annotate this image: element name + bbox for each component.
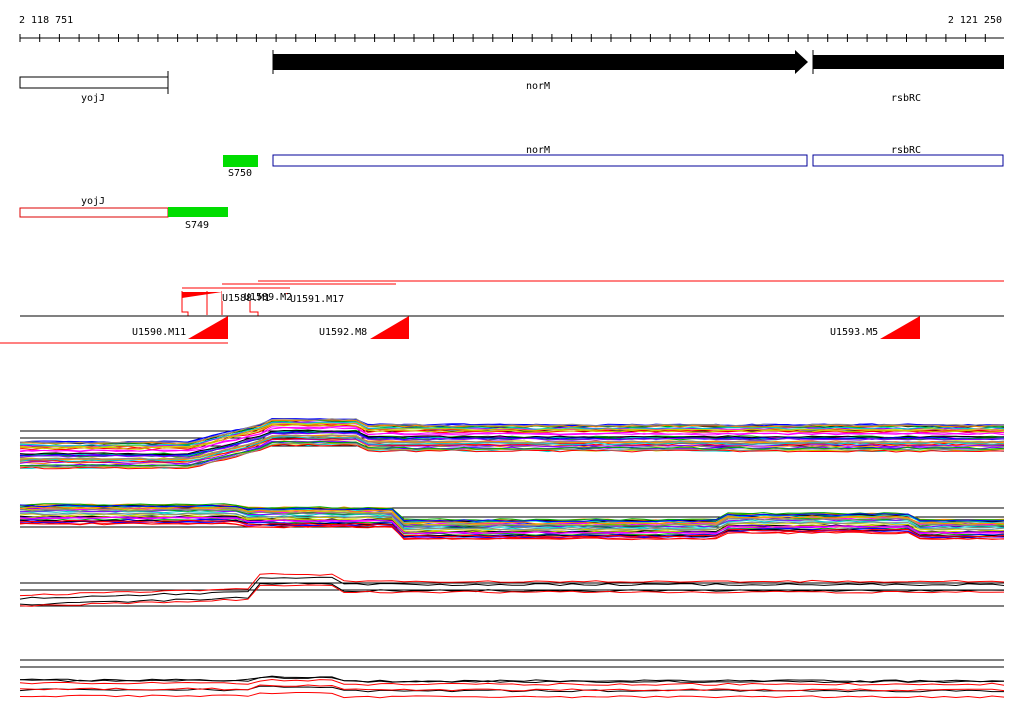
genome-canvas: 2 118 751 2 121 250 yojJ norM rsbRC S750… <box>0 15 1005 699</box>
segment-norM[interactable] <box>272 154 808 167</box>
transcript-label-upper-1: U1591.M17 <box>290 294 344 305</box>
segment-yojJ-reverse-label: yojJ <box>81 196 105 207</box>
transcript-label-lower-3: U1593.M5 <box>830 327 878 338</box>
transcript-mark-lower-1 <box>188 316 228 339</box>
segment-S749[interactable] <box>168 207 228 217</box>
transcript-label-lower-1: U1590.M11 <box>132 327 186 338</box>
segment-S750-label: S750 <box>228 168 252 179</box>
gene-rsbRC-box[interactable] <box>813 55 1004 69</box>
segment-S750[interactable] <box>223 155 258 167</box>
transcript-mark-upper-1 <box>182 292 222 298</box>
gene-norM-arrow[interactable] <box>273 50 808 74</box>
gene-yojJ-box[interactable] <box>19 76 169 89</box>
segment-S749-label: S749 <box>185 220 209 231</box>
profile-trace <box>19 584 1005 607</box>
gene-yojJ-label: yojJ <box>81 93 105 104</box>
transcript-label-upper-2: U1589.M2 <box>244 292 292 303</box>
transcript-label-lower-2: U1592.M8 <box>319 327 367 338</box>
transcript-track: U1588.M1 U1589.M2 U1591.M17 U1590.M11 U1… <box>0 280 1004 344</box>
expression-profiles <box>19 417 1005 699</box>
genome-browser-view: 2 118 751 2 121 250 yojJ norM rsbRC S750… <box>0 0 1024 714</box>
ruler-start-label: 2 118 751 <box>19 15 73 26</box>
segment-rsbRC[interactable] <box>812 154 1004 167</box>
annotation-track: yojJ norM rsbRC <box>19 50 1004 104</box>
transcript-mark-lower-2 <box>370 316 409 339</box>
ruler-end-label: 2 121 250 <box>948 15 1002 26</box>
segment-track-forward: S750 norM rsbRC <box>223 145 1004 179</box>
coordinate-ruler: 2 118 751 2 121 250 <box>19 15 1004 42</box>
segment-yojJ-reverse[interactable] <box>19 207 169 218</box>
segment-rsbRC-label: rsbRC <box>891 145 921 156</box>
gene-norM-label: norM <box>526 81 550 92</box>
segment-track-reverse: yojJ S749 <box>19 196 228 231</box>
profile-trace <box>19 576 1005 600</box>
transcript-mark-lower-3 <box>880 316 920 339</box>
profile-trace <box>19 692 1005 699</box>
gene-rsbRC-label: rsbRC <box>891 93 921 104</box>
segment-norM-label: norM <box>526 145 550 156</box>
